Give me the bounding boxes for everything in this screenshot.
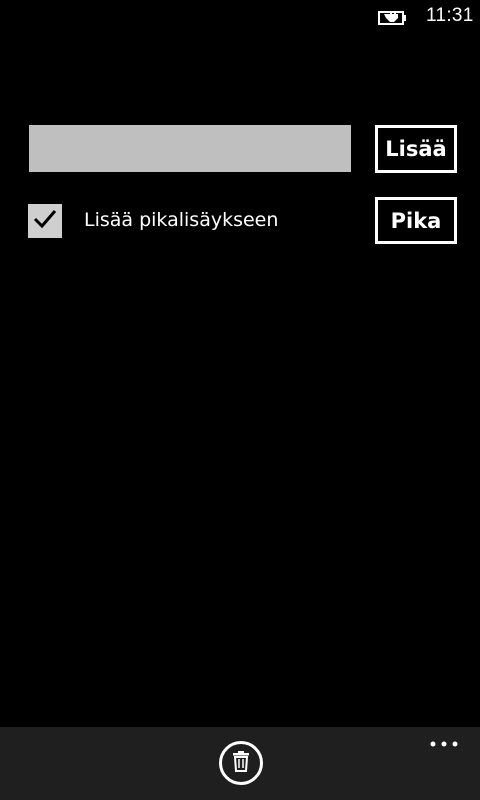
status-time: 11:31 [426, 5, 474, 26]
delete-button[interactable] [219, 741, 263, 785]
battery-charging-icon [378, 9, 408, 26]
more-options-button[interactable] [426, 733, 462, 753]
ellipsis-icon [429, 733, 459, 752]
quick-button[interactable]: Pika [375, 197, 457, 244]
trash-icon [231, 750, 251, 776]
checkmark-icon [33, 208, 57, 234]
status-bar: 11:31 [0, 0, 480, 32]
add-button[interactable]: Lisää [375, 125, 457, 173]
item-text-input[interactable] [29, 125, 351, 172]
quick-add-checkbox[interactable] [28, 204, 62, 238]
quick-add-checkbox-label[interactable]: Lisää pikalisäykseen [84, 209, 278, 231]
